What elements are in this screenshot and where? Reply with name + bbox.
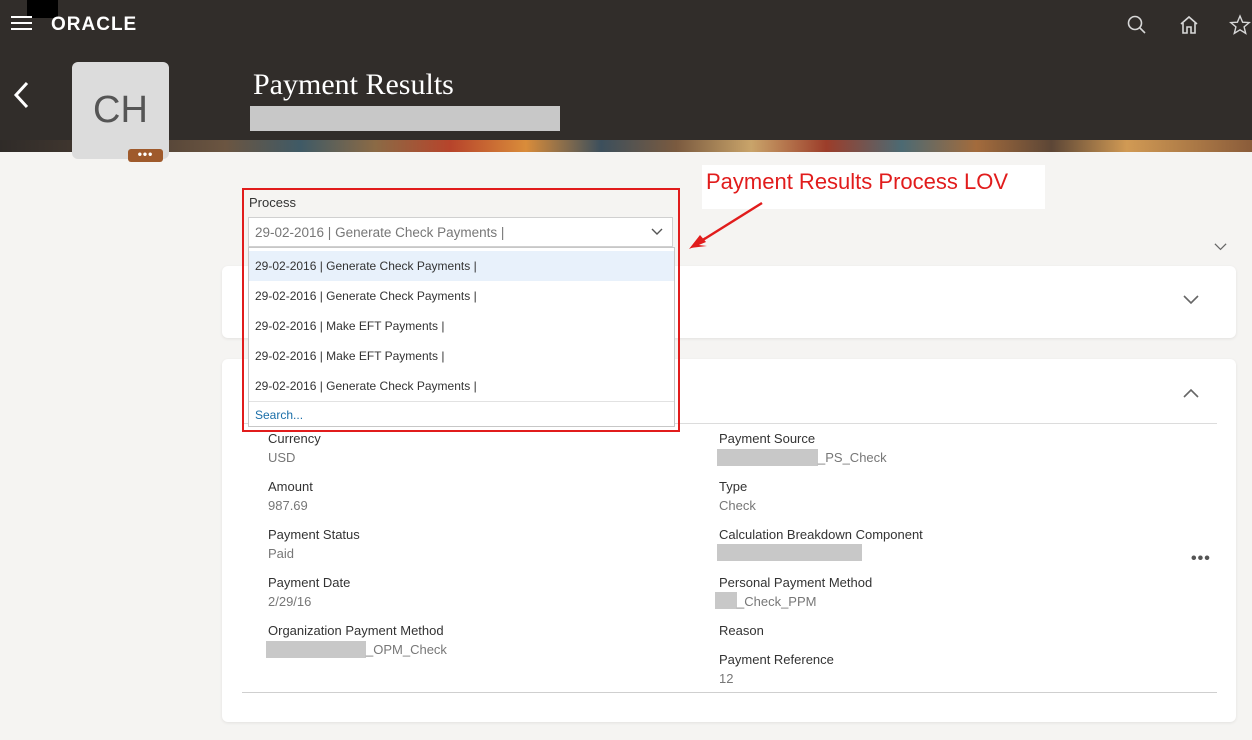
calc-breakdown-label: Calculation Breakdown Component [719, 527, 923, 542]
page-title: Payment Results [253, 68, 454, 101]
annotation-label: Payment Results Process LOV [706, 169, 1009, 194]
search-icon[interactable] [1126, 14, 1148, 36]
payment-status-value: Paid [268, 546, 295, 561]
redacted-text [717, 544, 862, 561]
menu-icon[interactable] [11, 16, 32, 33]
avatar: CH [72, 62, 169, 159]
payment-date-label: Payment Date [268, 575, 351, 590]
org-payment-method-value: _OPM_Check [366, 642, 447, 657]
payment-source-value: _PS_Check [818, 450, 887, 465]
more-actions-button[interactable]: ••• [1191, 550, 1211, 568]
amount-value: 987.69 [268, 498, 308, 513]
currency-value: USD [268, 450, 296, 465]
back-chevron-icon[interactable] [12, 80, 32, 110]
avatar-initials: CH [93, 89, 148, 131]
redacted-subtitle [250, 106, 560, 131]
annotation-arrow-icon [689, 201, 763, 249]
chevron-down-icon[interactable] [1183, 295, 1199, 305]
payment-source-label: Payment Source [719, 431, 816, 446]
payment-date-value: 2/29/16 [268, 594, 312, 609]
type-value: Check [719, 498, 756, 513]
payment-reference-value: 12 [719, 671, 734, 686]
payment-status-label: Payment Status [268, 527, 360, 542]
favorites-star-icon[interactable] [1229, 14, 1251, 36]
redacted-text [266, 641, 366, 658]
oracle-logo[interactable]: ORACLE [51, 14, 137, 36]
decorative-banner [0, 140, 1252, 152]
currency-label: Currency [268, 431, 321, 446]
reason-label: Reason [719, 623, 764, 638]
redacted-text [717, 449, 818, 466]
amount-label: Amount [268, 479, 313, 494]
org-payment-method-label: Organization Payment Method [268, 623, 444, 638]
redacted-text [715, 592, 737, 609]
annotation-highlight-box [242, 188, 680, 432]
page-header [0, 52, 1252, 140]
payment-reference-label: Payment Reference [719, 652, 834, 667]
home-icon[interactable] [1178, 14, 1200, 36]
personal-payment-method-value: _Check_PPM [737, 594, 817, 609]
chevron-down-icon[interactable] [1214, 243, 1227, 251]
chevron-up-icon[interactable] [1183, 388, 1199, 398]
top-bar: ORACLE [0, 0, 1252, 52]
bottom-divider [242, 692, 1217, 693]
avatar-more-button[interactable]: ••• [128, 148, 163, 162]
personal-payment-method-label: Personal Payment Method [719, 575, 873, 590]
type-label: Type [719, 479, 748, 494]
